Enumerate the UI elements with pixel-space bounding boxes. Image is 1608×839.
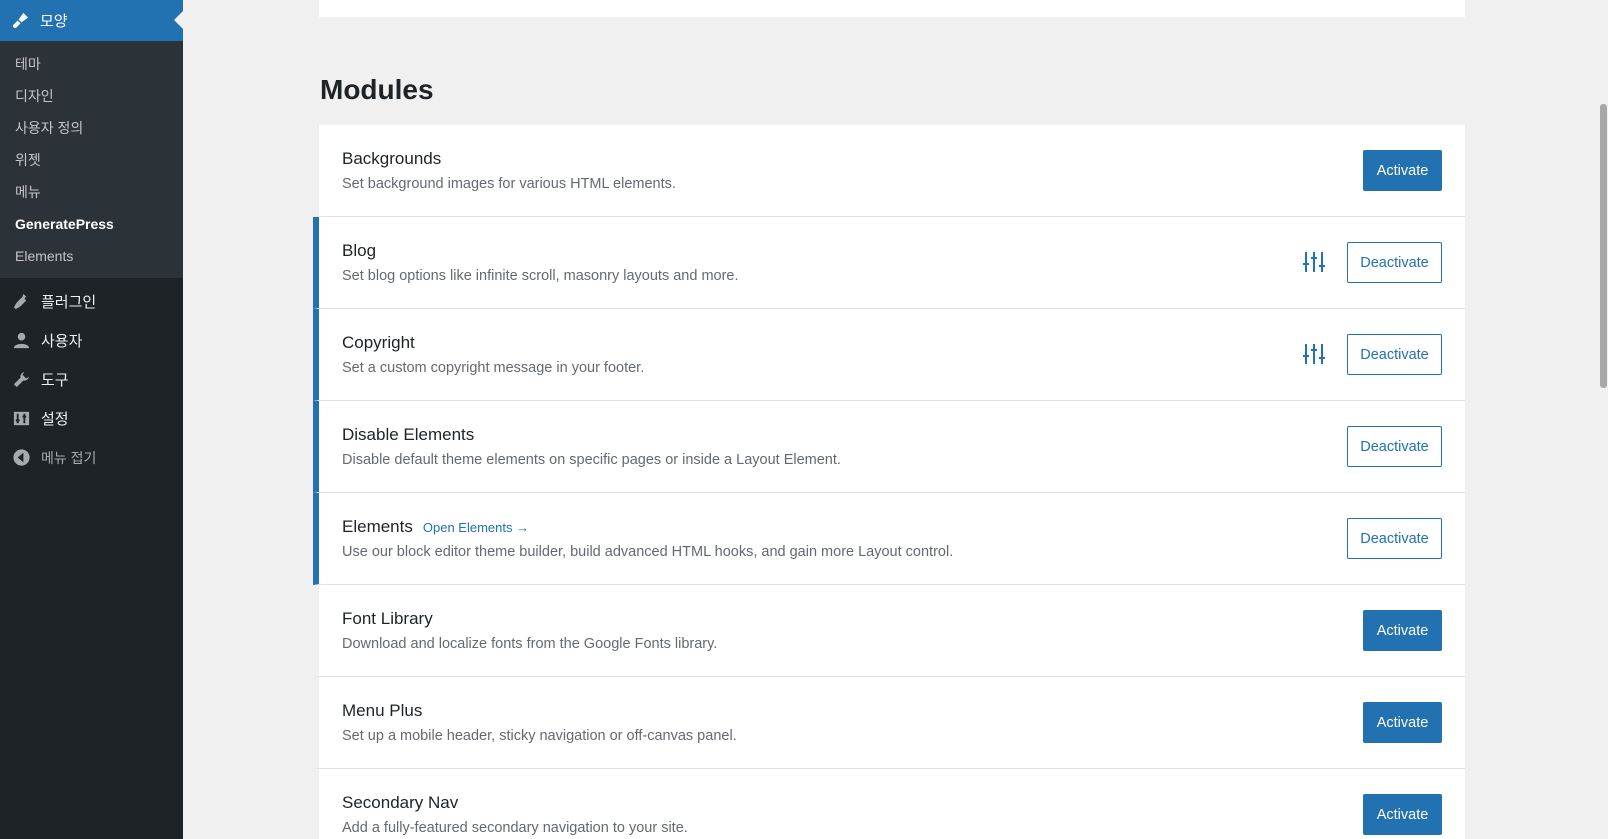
module-row-font-library: Font Library Download and localize fonts… — [313, 585, 1465, 677]
wrench-icon — [13, 371, 30, 388]
page-title: Modules — [320, 74, 434, 105]
sidebar-item-users[interactable]: 사용자 — [0, 321, 183, 360]
module-title-wrap: Elements Open Elements → — [342, 517, 529, 537]
deactivate-button[interactable]: Deactivate — [1347, 518, 1442, 559]
module-title: Disable Elements — [342, 425, 475, 444]
module-row-backgrounds: Backgrounds Set background images for va… — [313, 125, 1465, 217]
sliders-settings-icon[interactable] — [1302, 250, 1326, 274]
sidebar-item-label: 플러그인 — [41, 294, 97, 311]
sidebar-item-tools[interactable]: 도구 — [0, 360, 183, 399]
module-description: Set a custom copyright message in your f… — [342, 360, 645, 376]
sidebar-item-settings[interactable]: 설정 — [0, 399, 183, 438]
submenu-item-menus[interactable]: 메뉴 — [0, 176, 183, 208]
module-title: Backgrounds — [342, 149, 442, 168]
submenu-item-customize[interactable]: 사용자 정의 — [0, 112, 183, 144]
collapse-icon — [13, 449, 30, 466]
module-row-menu-plus: Menu Plus Set up a mobile header, sticky… — [313, 677, 1465, 769]
module-row-blog: Blog Set blog options like infinite scro… — [313, 217, 1465, 309]
module-title: Menu Plus — [342, 701, 423, 720]
module-row-copyright: Copyright Set a custom copyright message… — [313, 309, 1465, 401]
deactivate-button[interactable]: Deactivate — [1347, 242, 1442, 283]
module-row-secondary-nav: Secondary Nav Add a fully-featured secon… — [313, 769, 1465, 839]
module-description: Set background images for various HTML e… — [342, 176, 676, 192]
submenu-item-themes[interactable]: 테마 — [0, 48, 183, 80]
module-description: Set blog options like infinite scroll, m… — [342, 268, 739, 284]
page-scrollbar[interactable] — [1599, 0, 1608, 839]
scrollbar-thumb[interactable] — [1600, 104, 1607, 388]
settings-sliders-icon — [13, 411, 30, 426]
module-title: Elements — [342, 517, 413, 536]
module-row-elements: Elements Open Elements → Use our block ed… — [313, 493, 1465, 585]
module-description: Disable default theme elements on specif… — [342, 452, 841, 468]
module-description: Use our block editor theme builder, buil… — [342, 544, 954, 560]
submenu-item-elements[interactable]: Elements — [0, 240, 183, 272]
activate-button[interactable]: Activate — [1363, 794, 1442, 835]
submenu-item-widgets[interactable]: 위젯 — [0, 144, 183, 176]
paintbrush-icon — [12, 12, 29, 29]
activate-button[interactable]: Activate — [1363, 702, 1442, 743]
module-title: Secondary Nav — [342, 793, 459, 812]
module-row-disable-elements: Disable Elements Disable default theme e… — [313, 401, 1465, 493]
module-description: Download and localize fonts from the Goo… — [342, 636, 718, 652]
deactivate-button[interactable]: Deactivate — [1347, 426, 1442, 467]
sidebar-item-appearance[interactable]: 모양 — [0, 0, 183, 41]
sidebar-item-label: 모양 — [40, 13, 68, 30]
module-description: Set up a mobile header, sticky navigatio… — [342, 728, 737, 744]
sliders-settings-icon[interactable] — [1302, 342, 1326, 366]
module-description: Add a fully-featured secondary navigatio… — [342, 820, 688, 836]
modules-list: Backgrounds Set background images for va… — [313, 125, 1465, 839]
top-card — [319, 0, 1465, 17]
plugin-icon — [13, 293, 27, 310]
sidebar-item-label: 도구 — [41, 372, 69, 389]
deactivate-button[interactable]: Deactivate — [1347, 334, 1442, 375]
activate-button[interactable]: Activate — [1363, 150, 1442, 191]
appearance-submenu: 테마 디자인 사용자 정의 위젯 메뉴 GeneratePress Elemen… — [0, 41, 183, 278]
module-title: Font Library — [342, 609, 433, 628]
activate-button[interactable]: Activate — [1363, 610, 1442, 651]
user-icon — [13, 332, 30, 349]
module-title: Blog — [342, 241, 377, 260]
sidebar-item-label: 사용자 — [41, 333, 83, 350]
admin-sidebar: 모양 테마 디자인 사용자 정의 위젯 메뉴 GeneratePress Ele… — [0, 0, 183, 839]
submenu-item-generatepress[interactable]: GeneratePress — [0, 208, 183, 240]
sidebar-item-label: 설정 — [41, 411, 69, 428]
sidebar-item-plugins[interactable]: 플러그인 — [0, 282, 183, 321]
submenu-item-design[interactable]: 디자인 — [0, 80, 183, 112]
collapse-menu-button[interactable]: 메뉴 접기 — [0, 438, 183, 477]
module-title: Copyright — [342, 333, 415, 352]
open-elements-link[interactable]: Open Elements → — [423, 520, 529, 535]
collapse-menu-label: 메뉴 접기 — [41, 449, 97, 466]
